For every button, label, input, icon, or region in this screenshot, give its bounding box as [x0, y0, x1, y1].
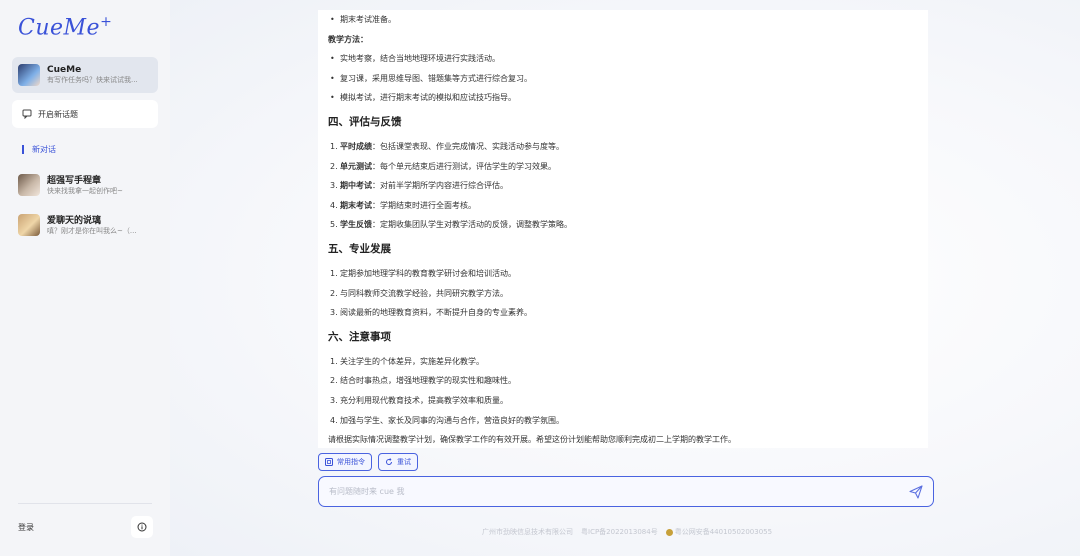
list-item: 1. 定期参加地理学科的教育教学研讨会和培训活动。: [330, 268, 516, 278]
sidebar-item-new-chat[interactable]: 新对话: [22, 144, 56, 155]
list-item: 1. 关注学生的个体差异，实施差异化教学。: [330, 356, 484, 366]
agent-subtitle: 有写作任务吗？快来试试我...: [47, 76, 138, 84]
list-item: 3. 期中考试：对前半学期所学内容进行综合评估。: [330, 181, 508, 191]
avatar: [18, 64, 40, 86]
message-input-box[interactable]: [318, 476, 934, 507]
common-commands-button[interactable]: 常用指令: [318, 453, 372, 471]
login-link[interactable]: 登录: [18, 522, 34, 533]
list-item: 复习课，采用思维导图、错题集等方式进行综合复习。: [328, 69, 918, 89]
list-item: 1. 平时成绩：包括课堂表现、作业完成情况、实践活动参与度等。: [330, 141, 564, 151]
retry-button[interactable]: 重试: [378, 453, 418, 471]
list-item: 3. 充分利用现代教育技术，提高教学效率和质量。: [330, 395, 508, 405]
list-item: 4. 加强与学生、家长及同事的沟通与合作，营造良好的教学氛围。: [330, 415, 564, 425]
list-item: 期末考试准备。: [328, 10, 918, 30]
footer-icp[interactable]: 粤ICP备2022013084号: [581, 527, 658, 537]
active-indicator: [22, 145, 24, 154]
list-item: 模拟考试，进行期末考试的模拟和应试技巧指导。: [328, 88, 918, 108]
avatar: [18, 213, 40, 236]
list-item: 2. 单元测试：每个单元结束后进行测试，评估学生的学习效果。: [330, 161, 556, 171]
conversation-title: 爱聊天的说璃: [47, 216, 102, 226]
conversation-item[interactable]: 超强写手程章 快来找我拿一起创作吧~: [18, 173, 158, 196]
new-chat-label: 新对话: [32, 145, 56, 154]
new-topic-label: 开启新话题: [38, 109, 78, 119]
method-label: 教学方法：: [328, 34, 368, 44]
agent-card-cueme[interactable]: CueMe 有写作任务吗？快来试试我...: [12, 57, 158, 93]
app-logo[interactable]: CueMe+: [18, 14, 112, 40]
info-icon: [137, 522, 147, 532]
list-item: 实地考察，结合当地地理环境进行实践活动。: [328, 49, 918, 69]
footer-police[interactable]: 粤公网安备44010502003055: [665, 527, 772, 537]
section-title: 四、评估与反馈: [328, 115, 402, 128]
new-topic-button[interactable]: 开启新话题: [12, 100, 158, 128]
conversation-title: 超强写手程章: [47, 176, 102, 186]
conversation-subtitle: 嗔？刚才是你在叫我么~（...: [47, 227, 137, 235]
list-item: 3. 阅读最新的地理教育资料，不断提升自身的专业素养。: [330, 308, 532, 318]
police-badge-icon: [665, 528, 673, 536]
agent-name: CueMe: [47, 65, 82, 75]
command-icon: [325, 458, 333, 466]
list-item: 5. 学生反馈：定期收集团队学生对教学活动的反馈，调整教学策略。: [330, 220, 572, 230]
main-area: 期末考试准备。 教学方法： 实地考察，结合当地地理环境进行实践活动。 复习课，采…: [170, 0, 1080, 556]
section-title: 六、注意事项: [328, 330, 391, 343]
avatar: [18, 173, 40, 196]
sidebar: CueMe+ CueMe 有写作任务吗？快来试试我... 开启新话题 新对话 超…: [0, 0, 170, 556]
footer-company: 广州市劲映信息技术有限公司: [482, 528, 573, 536]
send-icon[interactable]: [909, 484, 923, 499]
list-item: 2. 结合时事热点，增强地理教学的现实性和趣味性。: [330, 376, 516, 386]
divider: [18, 503, 152, 504]
chat-message: 期末考试准备。 教学方法： 实地考察，结合当地地理环境进行实践活动。 复习课，采…: [318, 10, 928, 448]
footer: 广州市劲映信息技术有限公司 粤ICP备2022013084号 粤公网安备4401…: [482, 527, 772, 537]
action-bar: 常用指令 重试: [318, 453, 418, 471]
list-item: 2. 与同科教师交流教学经验，共同研究教学方法。: [330, 288, 508, 298]
conversation-item[interactable]: 爱聊天的说璃 嗔？刚才是你在叫我么~（...: [18, 213, 158, 236]
conversation-subtitle: 快来找我拿一起创作吧~: [47, 187, 123, 195]
message-input[interactable]: [329, 487, 909, 496]
list-item: 4. 期末考试：学期结束时进行全面考核。: [330, 200, 476, 210]
refresh-icon: [386, 458, 392, 465]
info-button[interactable]: [131, 516, 153, 538]
closing-text: 请根据实际情况调整教学计划，确保教学工作的有效开展。希望这份计划能帮助您顺利完成…: [328, 435, 736, 445]
chat-bubble-icon: [22, 109, 32, 119]
section-title: 五、专业发展: [328, 242, 391, 255]
